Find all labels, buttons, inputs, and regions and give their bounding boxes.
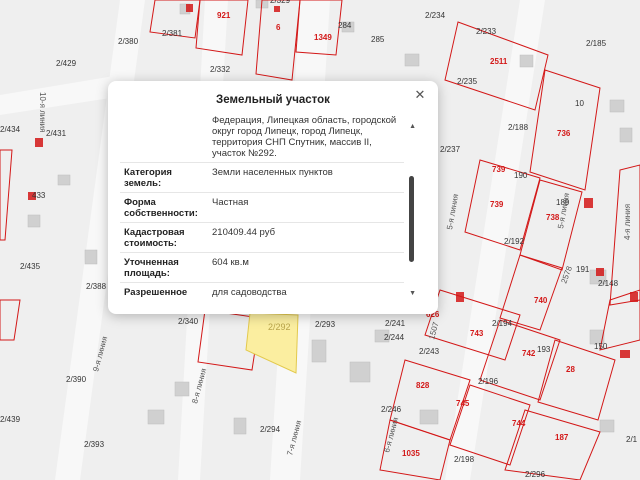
attr-row-cadastral-value: Кадастровая стоимость: 210409.44 руб: [120, 223, 404, 253]
parcel-label: 150: [594, 342, 608, 351]
close-icon[interactable]: ✕: [412, 87, 428, 103]
parcel-label: 2/393: [84, 440, 105, 449]
parcel-label: 2/196: [478, 377, 499, 386]
parcel-label: 743: [470, 329, 484, 338]
attr-value: 604 кв.м: [212, 257, 249, 268]
parcel-label: 2/431: [46, 129, 67, 138]
parcel-label: 2/429: [56, 59, 77, 68]
parcel-label: 2/332: [210, 65, 231, 74]
parcel-attributes: Федерация, Липецкая область, городской о…: [120, 116, 404, 299]
scrollbar-thumb[interactable]: [409, 176, 414, 262]
parcel-label: 2/439: [0, 415, 21, 424]
parcel-label: 28: [566, 365, 575, 374]
parcel-label: 921: [217, 11, 231, 20]
attr-value: для садоводства: [212, 287, 287, 298]
parcel-label: 2/1: [626, 435, 638, 444]
parcel-label: 740: [534, 296, 548, 305]
attr-key: Уточненная площадь:: [124, 257, 179, 279]
parcel-label: 2/388: [86, 282, 107, 291]
parcel-label: 2/246: [381, 405, 402, 414]
parcel-label: 739: [490, 200, 504, 209]
attr-row-area: Уточненная площадь: 604 кв.м: [120, 253, 404, 283]
scroll-down-arrow-icon[interactable]: ▼: [409, 290, 416, 297]
parcel-label: 2/233: [476, 27, 497, 36]
attr-row-ownership: Форма собственности: Частная: [120, 193, 404, 223]
parcel-label: 2/192: [504, 237, 525, 246]
parcel-label: 828: [416, 381, 430, 390]
parcel-label: 2/435: [20, 262, 41, 271]
attr-key: Форма собственности:: [124, 197, 198, 219]
attr-key: Разрешенное использование:: [124, 287, 200, 299]
attr-value: Земли населенных пунктов: [212, 167, 333, 178]
parcel-label: 285: [371, 35, 385, 44]
parcel-label: 2/241: [385, 319, 406, 328]
parcel-label: 744: [512, 419, 526, 428]
parcel-label: 191: [576, 265, 590, 274]
parcel-label: 2/188: [508, 123, 529, 132]
parcel-label: 2/294: [260, 425, 281, 434]
parcel-label: 10: [575, 99, 584, 108]
parcel-info-popup: Земельный участок ✕ Федерация, Липецкая …: [108, 81, 438, 314]
attr-value: Частная: [212, 197, 249, 208]
address-key: [120, 116, 210, 162]
parcel-label: 2/148: [598, 279, 619, 288]
parcel-label: 2511: [490, 57, 508, 66]
parcel-label: 2/434: [0, 125, 21, 134]
parcel-label: 193: [537, 345, 551, 354]
parcel-label: 187: [555, 433, 569, 442]
parcel-label: 1035: [402, 449, 420, 458]
parcel-label: 2/296: [525, 470, 546, 479]
parcel-label: 2/243: [419, 347, 440, 356]
parcel-label: 190: [514, 171, 528, 180]
scroll-up-arrow-icon[interactable]: ▲: [409, 123, 416, 130]
attr-key: Кадастровая стоимость:: [124, 227, 185, 249]
street-label: 4-я линия: [623, 204, 632, 240]
parcel-label: 2/185: [586, 39, 607, 48]
parcel-label: 2/293: [315, 320, 336, 329]
attr-row-category: Категория земель: Земли населенных пункт…: [120, 163, 404, 193]
parcel-label: 739: [492, 165, 506, 174]
parcel-label: 2/198: [454, 455, 475, 464]
attr-row-usage: Разрешенное использование: для садоводст…: [120, 283, 404, 299]
parcel-label: 1349: [314, 33, 332, 42]
popup-title: Земельный участок: [216, 94, 330, 106]
attr-value: 210409.44 руб: [212, 227, 276, 238]
parcel-label: 6: [276, 23, 281, 32]
parcel-label: 2/234: [425, 11, 446, 20]
parcel-label: 2/329: [270, 0, 291, 5]
parcel-label: 2/340: [178, 317, 199, 326]
parcel-label: 433: [32, 191, 46, 200]
street-label: 10-я линия: [38, 92, 47, 132]
parcel-label: 2/235: [457, 77, 478, 86]
parcel-label: 745: [456, 399, 470, 408]
parcel-label: 2/237: [440, 145, 461, 154]
parcel-label: 2/292: [268, 322, 291, 332]
parcel-label: 2/390: [66, 375, 87, 384]
address-row: Федерация, Липецкая область, городской о…: [120, 116, 404, 163]
attr-key: Категория земель:: [124, 167, 172, 189]
address-value: Федерация, Липецкая область, городской о…: [212, 116, 397, 159]
parcel-label: 742: [522, 349, 536, 358]
parcel-label: 736: [557, 129, 571, 138]
parcel-label: 2/244: [384, 333, 405, 342]
parcel-label: 2/380: [118, 37, 139, 46]
parcel-label: 2/381: [162, 29, 183, 38]
parcel-label: 2/194: [492, 319, 513, 328]
parcel-label: 284: [338, 21, 352, 30]
